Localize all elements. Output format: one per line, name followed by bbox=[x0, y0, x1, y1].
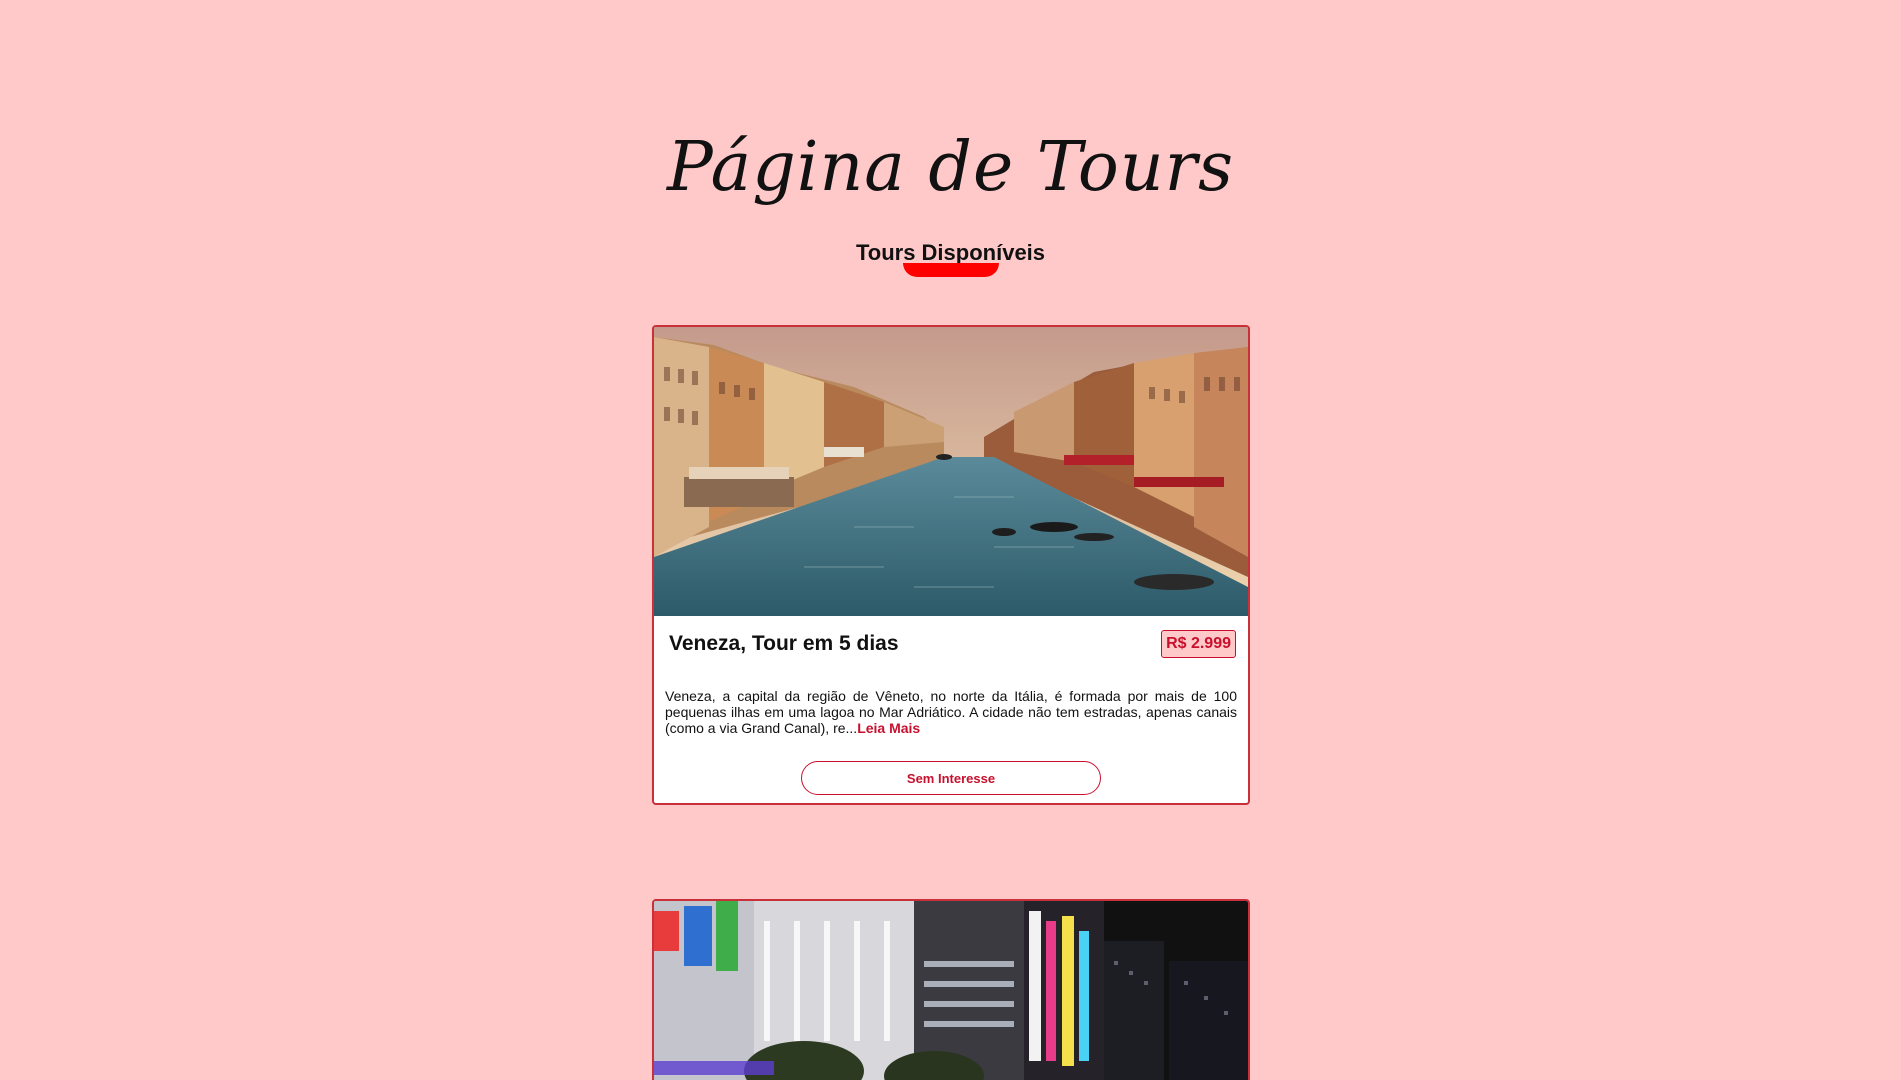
price-badge: R$ 2.999 bbox=[1161, 630, 1236, 658]
not-interested-button[interactable]: Sem Interesse bbox=[801, 761, 1101, 795]
tour-card bbox=[652, 899, 1250, 1080]
page-title: Página de Tours bbox=[666, 128, 1235, 207]
button-row: Sem Interesse bbox=[654, 761, 1248, 795]
subtitle-underline bbox=[903, 263, 999, 277]
tours-page: Página de Tours Tours Disponíveis Veneza… bbox=[0, 0, 1901, 1080]
tour-title: Veneza, Tour em 5 dias bbox=[669, 632, 899, 655]
tour-image bbox=[654, 901, 1248, 1080]
tour-card: Veneza, Tour em 5 dias R$ 2.999 Veneza, … bbox=[652, 325, 1250, 805]
tour-description: Veneza, a capital da região de Vêneto, n… bbox=[665, 688, 1237, 736]
tour-card-header: Veneza, Tour em 5 dias R$ 2.999 bbox=[654, 616, 1248, 672]
read-more-link[interactable]: Leia Mais bbox=[857, 720, 920, 736]
tour-image bbox=[654, 327, 1248, 616]
description-text: Veneza, a capital da região de Vêneto, n… bbox=[665, 688, 1237, 736]
